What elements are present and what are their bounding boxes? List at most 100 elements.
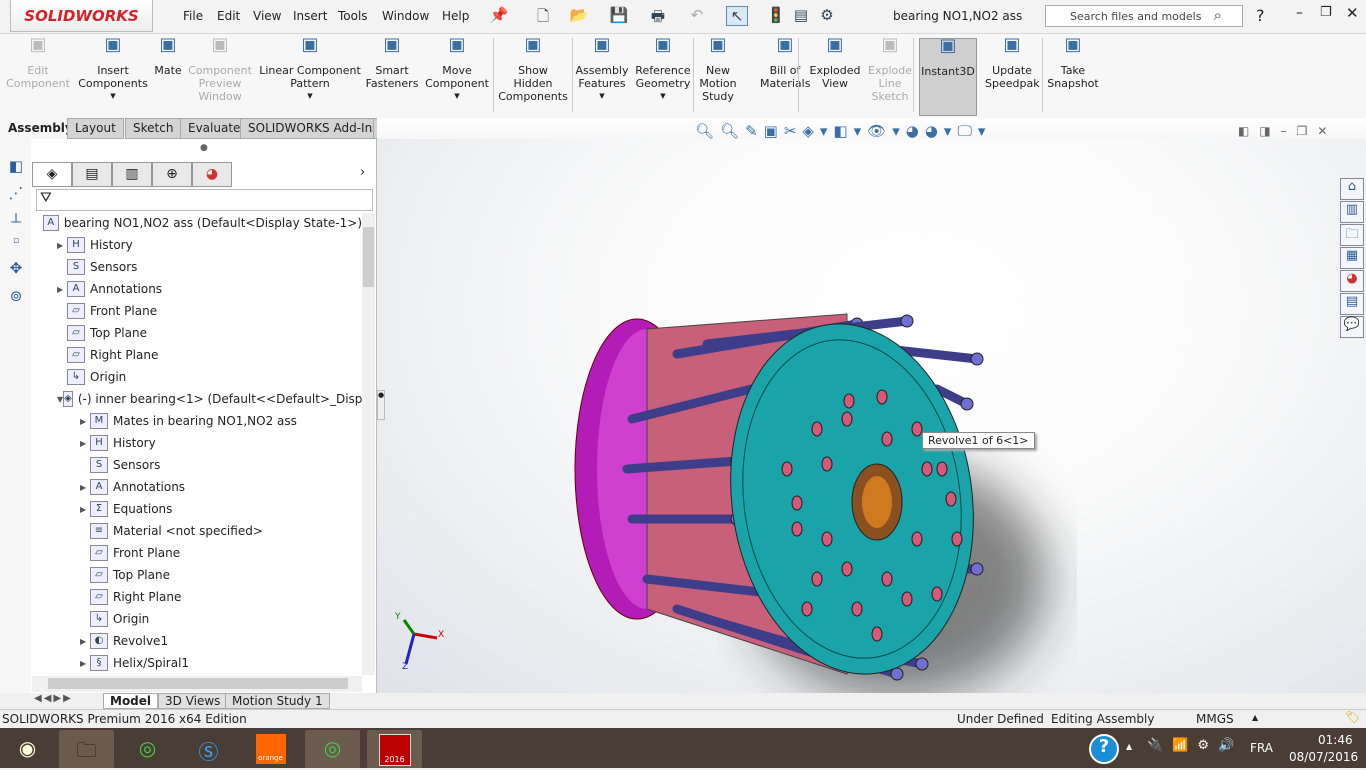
tree-item[interactable]: ▱Front Plane	[34, 300, 362, 322]
tag-icon[interactable]: 🏷	[1345, 710, 1360, 724]
menu-file[interactable]: File	[183, 9, 203, 23]
panel-collapse-handle[interactable]: ●	[377, 390, 385, 420]
tab-model[interactable]: Model	[103, 693, 158, 709]
tree-horizontal-scrollbar[interactable]	[32, 676, 362, 692]
ribbon-take-snapshot-button[interactable]: ▣Take Snapshot	[1047, 38, 1099, 90]
assembly-model[interactable]	[377, 139, 1366, 693]
tree-item[interactable]: ▶HHistory	[34, 432, 362, 454]
tab-motion-study[interactable]: Motion Study 1	[225, 693, 330, 709]
tree-item[interactable]: ▱Right Plane	[34, 344, 362, 366]
solidworks-logo[interactable]: SOLIDWORKS	[10, 0, 153, 32]
point-icon[interactable]: ▫	[5, 236, 27, 246]
mate-icon[interactable]: ⊚	[5, 287, 27, 305]
expander-icon[interactable]: ▶	[57, 285, 67, 294]
configuration-manager-tab[interactable]: ▥	[112, 162, 152, 187]
pin-icon[interactable]: 📌	[488, 6, 510, 26]
tab-evaluate[interactable]: Evaluate	[180, 118, 248, 139]
ribbon-move-component-button[interactable]: ▣Move Component▼	[424, 38, 490, 103]
tray-expand-icon[interactable]: ▲	[1126, 742, 1132, 751]
taskbar-chrome-2[interactable]: ◎	[305, 730, 360, 768]
heads-up-view-toolbar[interactable]: 🔍︎🔍︎✎▣✂◈▾◧▾👁▾◕◕▾🖵▾	[695, 122, 991, 140]
tab-solidworks-add-ins[interactable]: SOLIDWORKS Add-Ins	[240, 118, 386, 139]
tree-item[interactable]: ▶§Helix/Spiral1	[34, 652, 362, 674]
tree-item[interactable]: ≡Material <not specified>	[34, 520, 362, 542]
property-manager-tab[interactable]: ▤	[72, 162, 112, 187]
viewport-window-controls[interactable]: ◧◨–❐✕	[1238, 124, 1338, 138]
menu-edit[interactable]: Edit	[217, 9, 240, 23]
taskbar-solidworks[interactable]: 2016	[367, 730, 422, 768]
units-up-arrow-icon[interactable]: ▲	[1252, 713, 1258, 722]
tree-item[interactable]: ↳Origin	[34, 366, 362, 388]
language-indicator[interactable]: FRA	[1250, 741, 1273, 755]
tree-item[interactable]: SSensors	[34, 256, 362, 278]
ribbon-mate-button[interactable]: ▣Mate	[150, 38, 186, 77]
file-explorer-icon[interactable]: 🗀	[1340, 224, 1364, 246]
tree-item[interactable]: ▱Top Plane	[34, 322, 362, 344]
dropdown-arrow-icon[interactable]: ▼	[258, 90, 362, 103]
tree-item[interactable]: ▱Top Plane	[34, 564, 362, 586]
tree-item[interactable]: ▱Right Plane	[34, 586, 362, 608]
file-properties-icon[interactable]: ▤	[790, 6, 812, 26]
rebuild-icon[interactable]: 🚦	[765, 6, 787, 26]
search-icon[interactable]: ⌕	[1214, 6, 1222, 24]
chevron-right-icon[interactable]: ›	[360, 165, 365, 180]
ribbon-reference-geometry-button[interactable]: ▣Reference Geometry▼	[634, 38, 692, 103]
expander-icon[interactable]: ▶	[80, 637, 90, 646]
ribbon-assembly-features-button[interactable]: ▣Assembly Features▼	[574, 38, 630, 103]
tree-item[interactable]: ▶ΣEquations	[34, 498, 362, 520]
restore-button[interactable]: ❐	[1320, 5, 1332, 20]
sketch-line-icon[interactable]: ⋰	[5, 184, 27, 202]
forum-icon[interactable]: 💬	[1340, 316, 1364, 338]
dropdown-arrow-icon[interactable]: ▼	[634, 90, 692, 103]
expander-icon[interactable]: ▶	[80, 483, 90, 492]
taskbar-file-explorer[interactable]: 🗀	[59, 730, 114, 768]
menu-help[interactable]: Help	[442, 9, 469, 23]
options-gear-icon[interactable]: ⚙	[816, 6, 838, 26]
save-icon[interactable]: 💾	[608, 6, 630, 26]
ribbon-component-preview-window-button[interactable]: ▣Component Preview Window	[188, 38, 252, 103]
display-manager-tab[interactable]: ◕	[192, 162, 232, 187]
ribbon-smart-fasteners-button[interactable]: ▣Smart Fasteners	[365, 38, 419, 90]
ribbon-linear-component-pattern-button[interactable]: ▣Linear Component Pattern▼	[258, 38, 362, 103]
menu-window[interactable]: Window	[382, 9, 429, 23]
dropdown-arrow-icon[interactable]: ▼	[424, 90, 490, 103]
expander-icon[interactable]: ▶	[80, 505, 90, 514]
dimxpert-tab[interactable]: ⊕	[152, 162, 192, 187]
tree-item[interactable]: ▶HHistory	[34, 234, 362, 256]
clock-date[interactable]: 08/07/2016	[1289, 750, 1358, 764]
taskbar-orange[interactable]: orange	[243, 730, 298, 768]
tab-scroll-arrows[interactable]: ◀◀▶▶	[34, 693, 73, 704]
tree-item[interactable]: ▶◐Revolve1	[34, 630, 362, 652]
ribbon-insert-components-button[interactable]: ▣Insert Components▼	[78, 38, 148, 103]
scroll-thumb[interactable]	[48, 678, 348, 689]
panel-grip-icon[interactable]: ●	[200, 143, 208, 153]
menu-tools[interactable]: Tools	[338, 9, 368, 23]
filter-icon[interactable]: ⛛	[40, 190, 52, 206]
tree-item[interactable]: SSensors	[34, 454, 362, 476]
custom-properties-icon[interactable]: ▤	[1340, 293, 1364, 315]
feature-manager-icon[interactable]: ◧	[5, 157, 27, 175]
tree-item[interactable]: ▶AAnnotations	[34, 278, 362, 300]
search-input[interactable]: Search files and models⌕	[1045, 5, 1243, 27]
undo-icon[interactable]: ↶	[686, 6, 708, 26]
tray-icons[interactable]: 🔌📶⚙🔊	[1147, 738, 1243, 753]
tab-3d-views[interactable]: 3D Views	[158, 693, 227, 709]
tree-item[interactable]: ↳Origin	[34, 608, 362, 630]
tree-filter[interactable]: ⛛	[36, 189, 373, 211]
taskbar-chrome[interactable]: ◎	[120, 730, 175, 768]
expander-icon[interactable]: ▶	[57, 241, 67, 250]
minimize-button[interactable]: –	[1296, 5, 1303, 21]
tree-item[interactable]: ▱Front Plane	[34, 542, 362, 564]
expander-icon[interactable]: ▶	[80, 659, 90, 668]
ribbon-update-speedpak-button[interactable]: ▣Update Speedpak	[985, 38, 1039, 90]
tree-item[interactable]: ▶MMates in bearing NO1,NO2 ass	[34, 410, 362, 432]
start-button[interactable]: ◉	[0, 730, 55, 768]
feature-manager-tab[interactable]: ◈	[32, 162, 72, 187]
move-icon[interactable]: ✥	[5, 259, 27, 277]
print-icon[interactable]: 🖶	[647, 6, 669, 26]
dropdown-arrow-icon[interactable]: ▼	[78, 90, 148, 103]
tree-item[interactable]: Abearing NO1,NO2 ass (Default<Display St…	[34, 212, 362, 234]
tab-layout[interactable]: Layout	[67, 118, 124, 139]
triad-icon[interactable]: ⟂	[5, 209, 27, 227]
taskbar-skype[interactable]: Ⓢ	[181, 730, 236, 768]
